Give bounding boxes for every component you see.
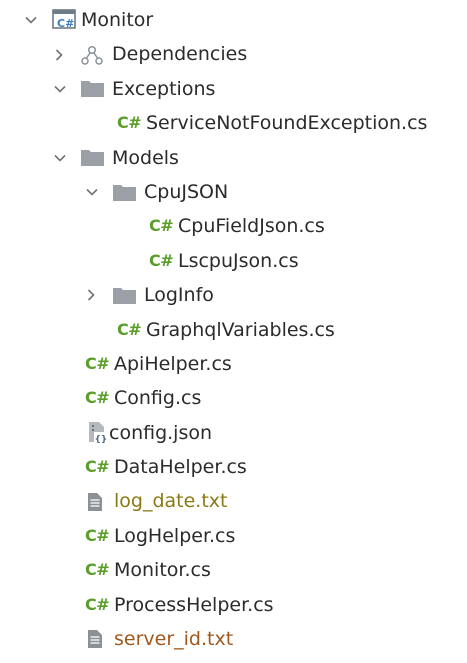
text-file-icon xyxy=(87,622,103,656)
csharp-file-icon: C# xyxy=(85,353,110,373)
tree-item-apihelper[interactable]: C# ApiHelper.cs xyxy=(0,347,467,381)
tree-item-monitor[interactable]: C# Monitor xyxy=(0,3,467,37)
tree-item-loginfo[interactable]: LogInfo xyxy=(0,278,467,312)
tree-item-loghelper[interactable]: C# LogHelper.cs xyxy=(0,519,467,553)
folder-icon xyxy=(113,278,136,312)
csharp-file-icon: C# xyxy=(117,113,142,133)
tree-item-cpujson[interactable]: CpuJSON xyxy=(0,175,467,209)
csharp-file-icon: C# xyxy=(149,216,174,236)
tree-item-server-id[interactable]: server_id.txt xyxy=(0,622,467,656)
tree-item-cpufieldjson[interactable]: C# CpuFieldJson.cs xyxy=(0,209,467,243)
tree-item-label: Config.cs xyxy=(114,387,202,410)
tree-item-label: config.json xyxy=(109,421,213,444)
folder-icon xyxy=(113,175,136,209)
tree-item-exceptions[interactable]: Exceptions xyxy=(0,72,467,106)
tree-item-label: ProcessHelper.cs xyxy=(114,593,274,616)
folder-icon xyxy=(81,141,104,175)
tree-item-servicenotfoundexception[interactable]: C# ServiceNotFoundException.cs xyxy=(0,106,467,140)
csharp-file-icon: C# xyxy=(85,525,110,545)
csharp-file-icon: C# xyxy=(85,388,110,408)
tree-item-dependencies[interactable]: Dependencies xyxy=(0,37,467,71)
csharp-file-icon: C# xyxy=(117,319,142,339)
tree-item-label: Dependencies xyxy=(112,43,248,66)
tree-item-log-date[interactable]: log_date.txt xyxy=(0,484,467,518)
tree-item-models[interactable]: Models xyxy=(0,141,467,175)
json-file-icon: {} xyxy=(87,416,107,450)
chevron-down-icon[interactable] xyxy=(52,72,68,106)
tree-item-label: log_date.txt xyxy=(114,490,228,513)
tree-item-config-json[interactable]: {} config.json xyxy=(0,416,467,450)
tree-item-label: Exceptions xyxy=(112,77,216,100)
tree-item-label: CpuJSON xyxy=(144,180,229,203)
chevron-right-icon[interactable] xyxy=(51,37,67,71)
csharp-file-icon: C# xyxy=(85,560,110,580)
tree-item-monitor-cs[interactable]: C# Monitor.cs xyxy=(0,553,467,587)
text-file-icon xyxy=(87,484,103,518)
tree-item-graphqlvariables[interactable]: C# GraphqlVariables.cs xyxy=(0,313,467,347)
chevron-down-icon[interactable] xyxy=(52,141,68,175)
csharp-file-icon: C# xyxy=(85,594,110,614)
tree-item-label: LogInfo xyxy=(144,284,214,307)
tree-item-label: ApiHelper.cs xyxy=(114,352,232,375)
tree-item-label: LogHelper.cs xyxy=(114,524,236,547)
chevron-right-icon[interactable] xyxy=(83,278,99,312)
chevron-down-icon[interactable] xyxy=(23,3,39,37)
solution-explorer-tree: C# Monitor Dependencies Exceptions C# Se… xyxy=(0,3,467,656)
csharp-project-icon: C# xyxy=(52,3,78,37)
tree-item-label: Models xyxy=(112,146,179,169)
tree-item-config-cs[interactable]: C# Config.cs xyxy=(0,381,467,415)
tree-item-lscpujson[interactable]: C# LscpuJson.cs xyxy=(0,244,467,278)
tree-item-label: Monitor xyxy=(81,9,154,31)
tree-item-datahelper[interactable]: C# DataHelper.cs xyxy=(0,450,467,484)
tree-item-label: server_id.txt xyxy=(114,628,234,651)
svg-text:C#: C# xyxy=(57,17,74,30)
csharp-file-icon: C# xyxy=(85,457,110,477)
csharp-file-icon: C# xyxy=(149,250,174,270)
folder-icon xyxy=(81,72,104,106)
tree-item-label: LscpuJson.cs xyxy=(178,249,299,272)
tree-item-processhelper[interactable]: C# ProcessHelper.cs xyxy=(0,588,467,622)
chevron-down-icon[interactable] xyxy=(84,175,100,209)
tree-item-label: ServiceNotFoundException.cs xyxy=(146,112,428,135)
tree-item-label: GraphqlVariables.cs xyxy=(146,318,335,341)
dependencies-icon xyxy=(81,37,103,71)
tree-item-label: CpuFieldJson.cs xyxy=(178,215,325,238)
tree-item-label: DataHelper.cs xyxy=(114,456,247,479)
svg-text:{}: {} xyxy=(95,435,108,445)
tree-item-label: Monitor.cs xyxy=(114,559,211,582)
